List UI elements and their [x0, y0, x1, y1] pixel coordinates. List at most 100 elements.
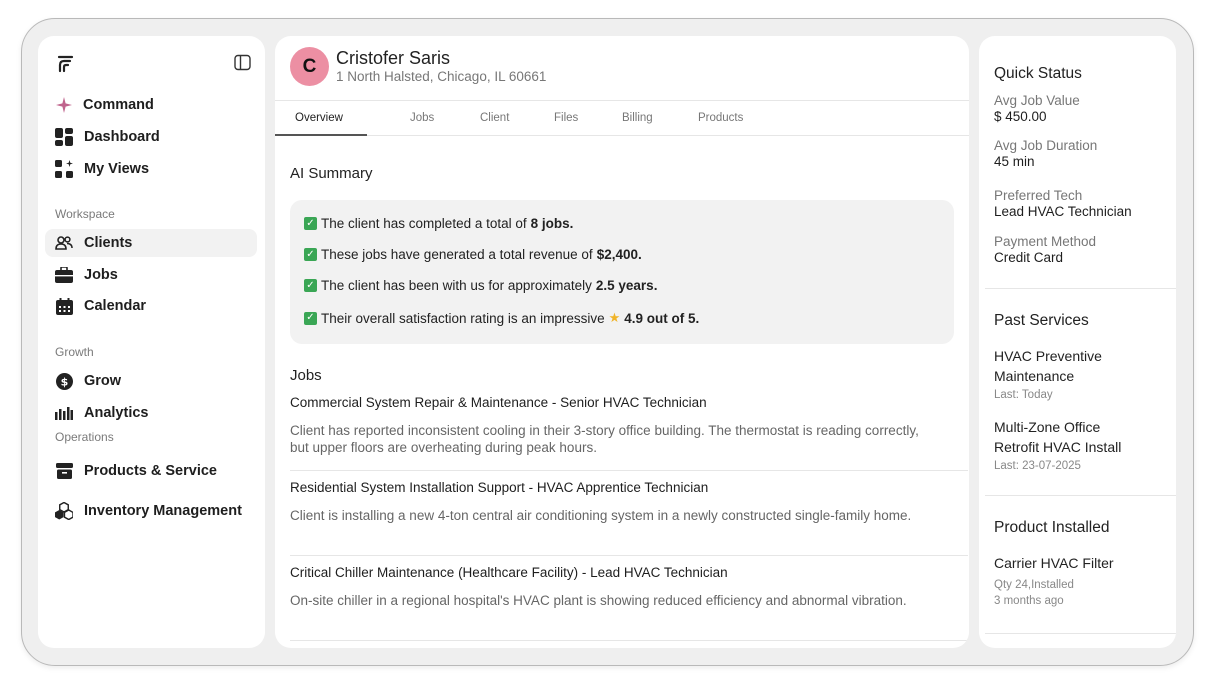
users-icon — [55, 234, 73, 252]
service-last: Last: 23-07-2025 — [994, 460, 1081, 472]
nav-clients[interactable]: Clients — [45, 229, 257, 257]
quick-status-title: Quick Status — [994, 65, 1082, 82]
divider — [290, 555, 968, 556]
product-when: 3 months ago — [994, 595, 1064, 607]
nav-calendar-label: Calendar — [84, 298, 147, 314]
summary-text: Their overall satisfaction rating is an … — [321, 310, 605, 326]
app-logo-icon — [57, 55, 74, 73]
nav-jobs-label: Jobs — [84, 267, 118, 283]
tab-client[interactable]: Client — [480, 112, 509, 124]
calendar-icon — [55, 297, 73, 315]
divider — [985, 288, 1176, 289]
divider — [290, 470, 968, 471]
boxes-icon — [55, 502, 73, 520]
status-value: 45 min — [994, 154, 1035, 169]
status-label: Avg Job Value — [994, 93, 1080, 108]
summary-highlight: 8 jobs. — [530, 216, 574, 231]
nav-dashboard[interactable]: Dashboard — [45, 123, 257, 151]
nav-analytics[interactable]: Analytics — [45, 399, 257, 427]
dollar-coin-icon: $ — [55, 372, 73, 390]
nav-inventory[interactable]: Inventory Management — [45, 497, 257, 525]
product-name[interactable]: Carrier HVAC Filter — [994, 553, 1144, 573]
status-value: Lead HVAC Technician — [994, 204, 1132, 219]
nav-products-service[interactable]: Products & Service — [45, 457, 257, 485]
nav-inventory-label: Inventory Management — [84, 503, 242, 519]
sidebar-toggle-icon[interactable] — [234, 54, 251, 71]
tab-billing[interactable]: Billing — [622, 112, 653, 124]
divider — [290, 640, 968, 641]
service-name[interactable]: HVAC Preventive Maintenance — [994, 346, 1144, 386]
client-address: 1 North Halsted, Chicago, IL 60661 — [336, 69, 547, 84]
active-tab-indicator — [275, 134, 367, 136]
nav-command-label: Command — [83, 97, 154, 113]
section-operations: Operations — [55, 430, 114, 444]
service-last: Last: Today — [994, 389, 1053, 401]
job-description: Client is installing a new 4-ton central… — [290, 508, 912, 523]
summary-line: ✓ The client has been with us for approx… — [304, 278, 657, 293]
svg-text:$: $ — [60, 375, 68, 388]
jobs-section-title: Jobs — [290, 367, 322, 384]
briefcase-icon — [55, 266, 73, 284]
tab-products[interactable]: Products — [698, 112, 743, 124]
product-qty: Qty 24,Installed — [994, 579, 1074, 591]
summary-text: These jobs have generated a total revenu… — [321, 247, 593, 262]
info-panel: Quick Status Avg Job Value $ 450.00 Avg … — [979, 36, 1176, 648]
status-value: $ 450.00 — [994, 109, 1047, 124]
product-installed-title: Product Installed — [994, 519, 1110, 536]
nav-jobs[interactable]: Jobs — [45, 261, 257, 289]
nav-my-views[interactable]: My Views — [45, 155, 257, 183]
section-growth: Growth — [55, 345, 94, 359]
bar-chart-icon — [55, 404, 73, 422]
nav-clients-label: Clients — [84, 235, 133, 251]
summary-highlight: $2,400. — [596, 247, 642, 262]
nav-command[interactable]: Command — [45, 91, 257, 119]
job-title[interactable]: Residential System Installation Support … — [290, 480, 968, 495]
summary-text: The client has been with us for approxim… — [321, 278, 592, 293]
past-services-title: Past Services — [994, 312, 1089, 329]
job-title[interactable]: Commercial System Repair & Maintenance -… — [290, 395, 968, 410]
avatar: C — [290, 47, 329, 86]
nav-grow[interactable]: $ Grow — [45, 367, 257, 395]
dashboard-grid-icon — [55, 128, 73, 146]
job-item[interactable]: Residential System Installation Support … — [290, 480, 968, 524]
nav-analytics-label: Analytics — [84, 405, 149, 421]
status-value: Credit Card — [994, 250, 1064, 265]
my-views-icon — [55, 160, 73, 178]
job-description: On-site chiller in a regional hospital's… — [290, 593, 907, 608]
client-name: Cristofer Saris — [336, 48, 451, 68]
job-item[interactable]: Commercial System Repair & Maintenance -… — [290, 395, 968, 456]
ai-summary-title: AI Summary — [290, 165, 373, 182]
summary-highlight: 4.9 out of 5. — [624, 310, 700, 326]
box-icon — [55, 462, 73, 480]
section-workspace: Workspace — [55, 207, 115, 221]
divider — [985, 633, 1176, 634]
summary-line: ✓ Their overall satisfaction rating is a… — [304, 310, 699, 326]
ai-summary-box: ✓ The client has completed a total of 8 … — [290, 200, 954, 344]
summary-line: ✓ The client has completed a total of 8 … — [304, 216, 573, 231]
status-label: Avg Job Duration — [994, 138, 1098, 153]
check-icon: ✓ — [304, 279, 317, 292]
job-title[interactable]: Critical Chiller Maintenance (Healthcare… — [290, 565, 968, 580]
summary-text: The client has completed a total of — [321, 216, 527, 231]
star-icon: ★ — [608, 310, 621, 325]
check-icon: ✓ — [304, 248, 317, 261]
tab-jobs[interactable]: Jobs — [410, 112, 434, 124]
job-description: Client has reported inconsistent cooling… — [290, 423, 919, 455]
sparkle-icon — [55, 96, 73, 114]
nav-my-views-label: My Views — [84, 161, 150, 177]
tab-overview[interactable]: Overview — [295, 112, 343, 124]
nav-products-service-label: Products & Service — [84, 463, 217, 479]
check-icon: ✓ — [304, 311, 317, 325]
nav-calendar[interactable]: Calendar — [45, 292, 257, 320]
job-item[interactable]: Critical Chiller Maintenance (Healthcare… — [290, 565, 968, 609]
nav-grow-label: Grow — [84, 373, 122, 389]
tab-bar: Overview Jobs Client Files Billing Produ… — [275, 100, 969, 136]
client-detail-panel: C Cristofer Saris 1 North Halsted, Chica… — [275, 36, 969, 648]
service-name[interactable]: Multi-Zone Office Retrofit HVAC Install — [994, 417, 1144, 457]
tab-files[interactable]: Files — [554, 112, 578, 124]
summary-highlight: 2.5 years. — [595, 278, 658, 293]
status-label: Preferred Tech — [994, 188, 1083, 203]
nav-dashboard-label: Dashboard — [84, 129, 160, 145]
divider — [985, 495, 1176, 496]
status-label: Payment Method — [994, 234, 1097, 249]
